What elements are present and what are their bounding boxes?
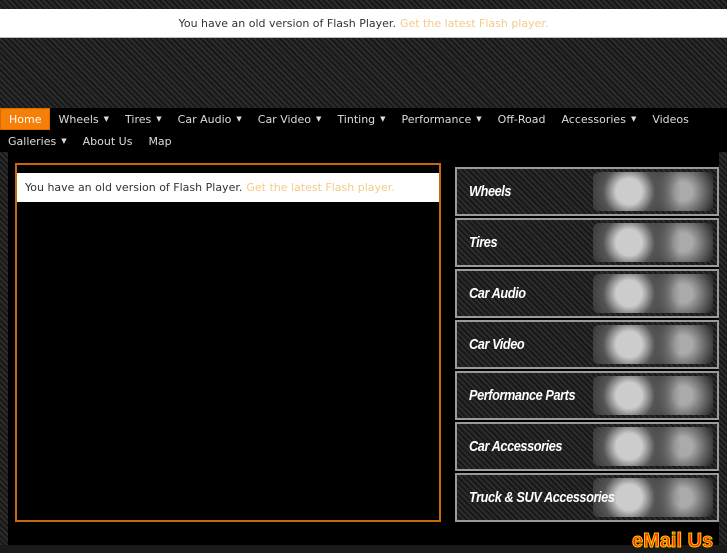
category-tile-performance-parts[interactable]: Performance Parts [455,371,719,420]
nav-item-label: Wheels [58,112,99,126]
nav-item-performance[interactable]: Performance ▼ [394,108,490,130]
category-list: Wheels Tires Car Audio Car Video Performance… [455,167,719,524]
flash-player-box: You have an old version of Flash Player.… [15,163,441,522]
top-strip [0,0,727,9]
category-tile-truck-suv-accessories[interactable]: Truck & SUV Accessories [455,473,719,522]
nav-item-videos[interactable]: Videos [644,108,697,130]
nav-item-about-us[interactable]: About Us [75,130,141,152]
category-image [593,427,713,466]
nav-item-label: About Us [82,134,133,148]
nav-item-accessories[interactable]: Accessories ▼ [553,108,644,130]
nav-item-label: Car Audio [177,112,232,126]
email-us-button[interactable]: eMail Us [631,530,713,553]
category-label: Wheels [469,183,512,200]
nav-item-label: Galleries [8,134,57,148]
category-label: Car Accessories [469,438,563,455]
nav-item-map[interactable]: Map [140,130,179,152]
nav-item-home[interactable]: Home [0,108,51,130]
flash-notice-inner: You have an old version of Flash Player.… [17,173,439,202]
flash-notice-text: You have an old version of Flash Player. [25,181,243,194]
nav-item-galleries[interactable]: Galleries ▼ [0,130,75,152]
nav-item-label: Car Video [257,112,312,126]
category-tile-car-accessories[interactable]: Car Accessories [455,422,719,471]
get-flash-link[interactable]: Get the latest Flash player. [400,17,548,30]
category-label: Truck & SUV Accessories [469,489,615,506]
category-image [593,376,713,415]
caret-down-icon: ▼ [476,115,482,123]
caret-down-icon: ▼ [380,115,386,123]
category-label: Performance Parts [469,387,576,404]
nav-item-off-road[interactable]: Off-Road [490,108,554,130]
flash-notice-text: You have an old version of Flash Player. [178,16,396,30]
caret-down-icon: ▼ [156,115,162,123]
nav-item-label: Home [9,112,42,126]
caret-down-icon: ▼ [630,115,637,123]
category-tile-tires[interactable]: Tires [455,218,719,267]
category-label: Car Video [469,336,525,353]
nav-item-label: Videos [652,112,689,126]
header-banner [0,38,727,108]
caret-down-icon: ▼ [61,137,67,145]
category-label: Car Audio [469,285,526,302]
nav-item-car-video[interactable]: Car Video ▼ [250,108,330,130]
nav-item-label: Performance [401,112,472,126]
category-tile-car-audio[interactable]: Car Audio [455,269,719,318]
caret-down-icon: ▼ [236,115,242,123]
nav-item-label: Tinting [337,112,376,126]
nav-item-tinting[interactable]: Tinting ▼ [329,108,393,130]
caret-down-icon: ▼ [103,115,110,123]
get-flash-link[interactable]: Get the latest Flash player. [246,181,394,194]
category-image [593,172,713,211]
nav-item-label: Off-Road [497,112,546,126]
nav-item-label: Tires [125,112,152,126]
nav-item-label: Accessories [561,112,626,126]
category-tile-wheels[interactable]: Wheels [455,167,719,216]
nav-item-label: Map [148,134,172,148]
category-tile-car-video[interactable]: Car Video [455,320,719,369]
nav-item-tires[interactable]: Tires ▼ [117,108,170,130]
nav-item-wheels[interactable]: Wheels ▼ [50,108,117,130]
nav-item-car-audio[interactable]: Car Audio ▼ [170,108,250,130]
category-image [593,325,713,364]
main-nav: Home Wheels ▼ Tires ▼ Car Audio ▼ Car Video ▼ Tin… [0,108,727,152]
flash-notice-banner: You have an old version of Flash Player.… [0,9,727,38]
category-image [593,274,713,313]
category-label: Tires [469,234,498,251]
caret-down-icon: ▼ [316,115,322,123]
category-image [593,223,713,262]
